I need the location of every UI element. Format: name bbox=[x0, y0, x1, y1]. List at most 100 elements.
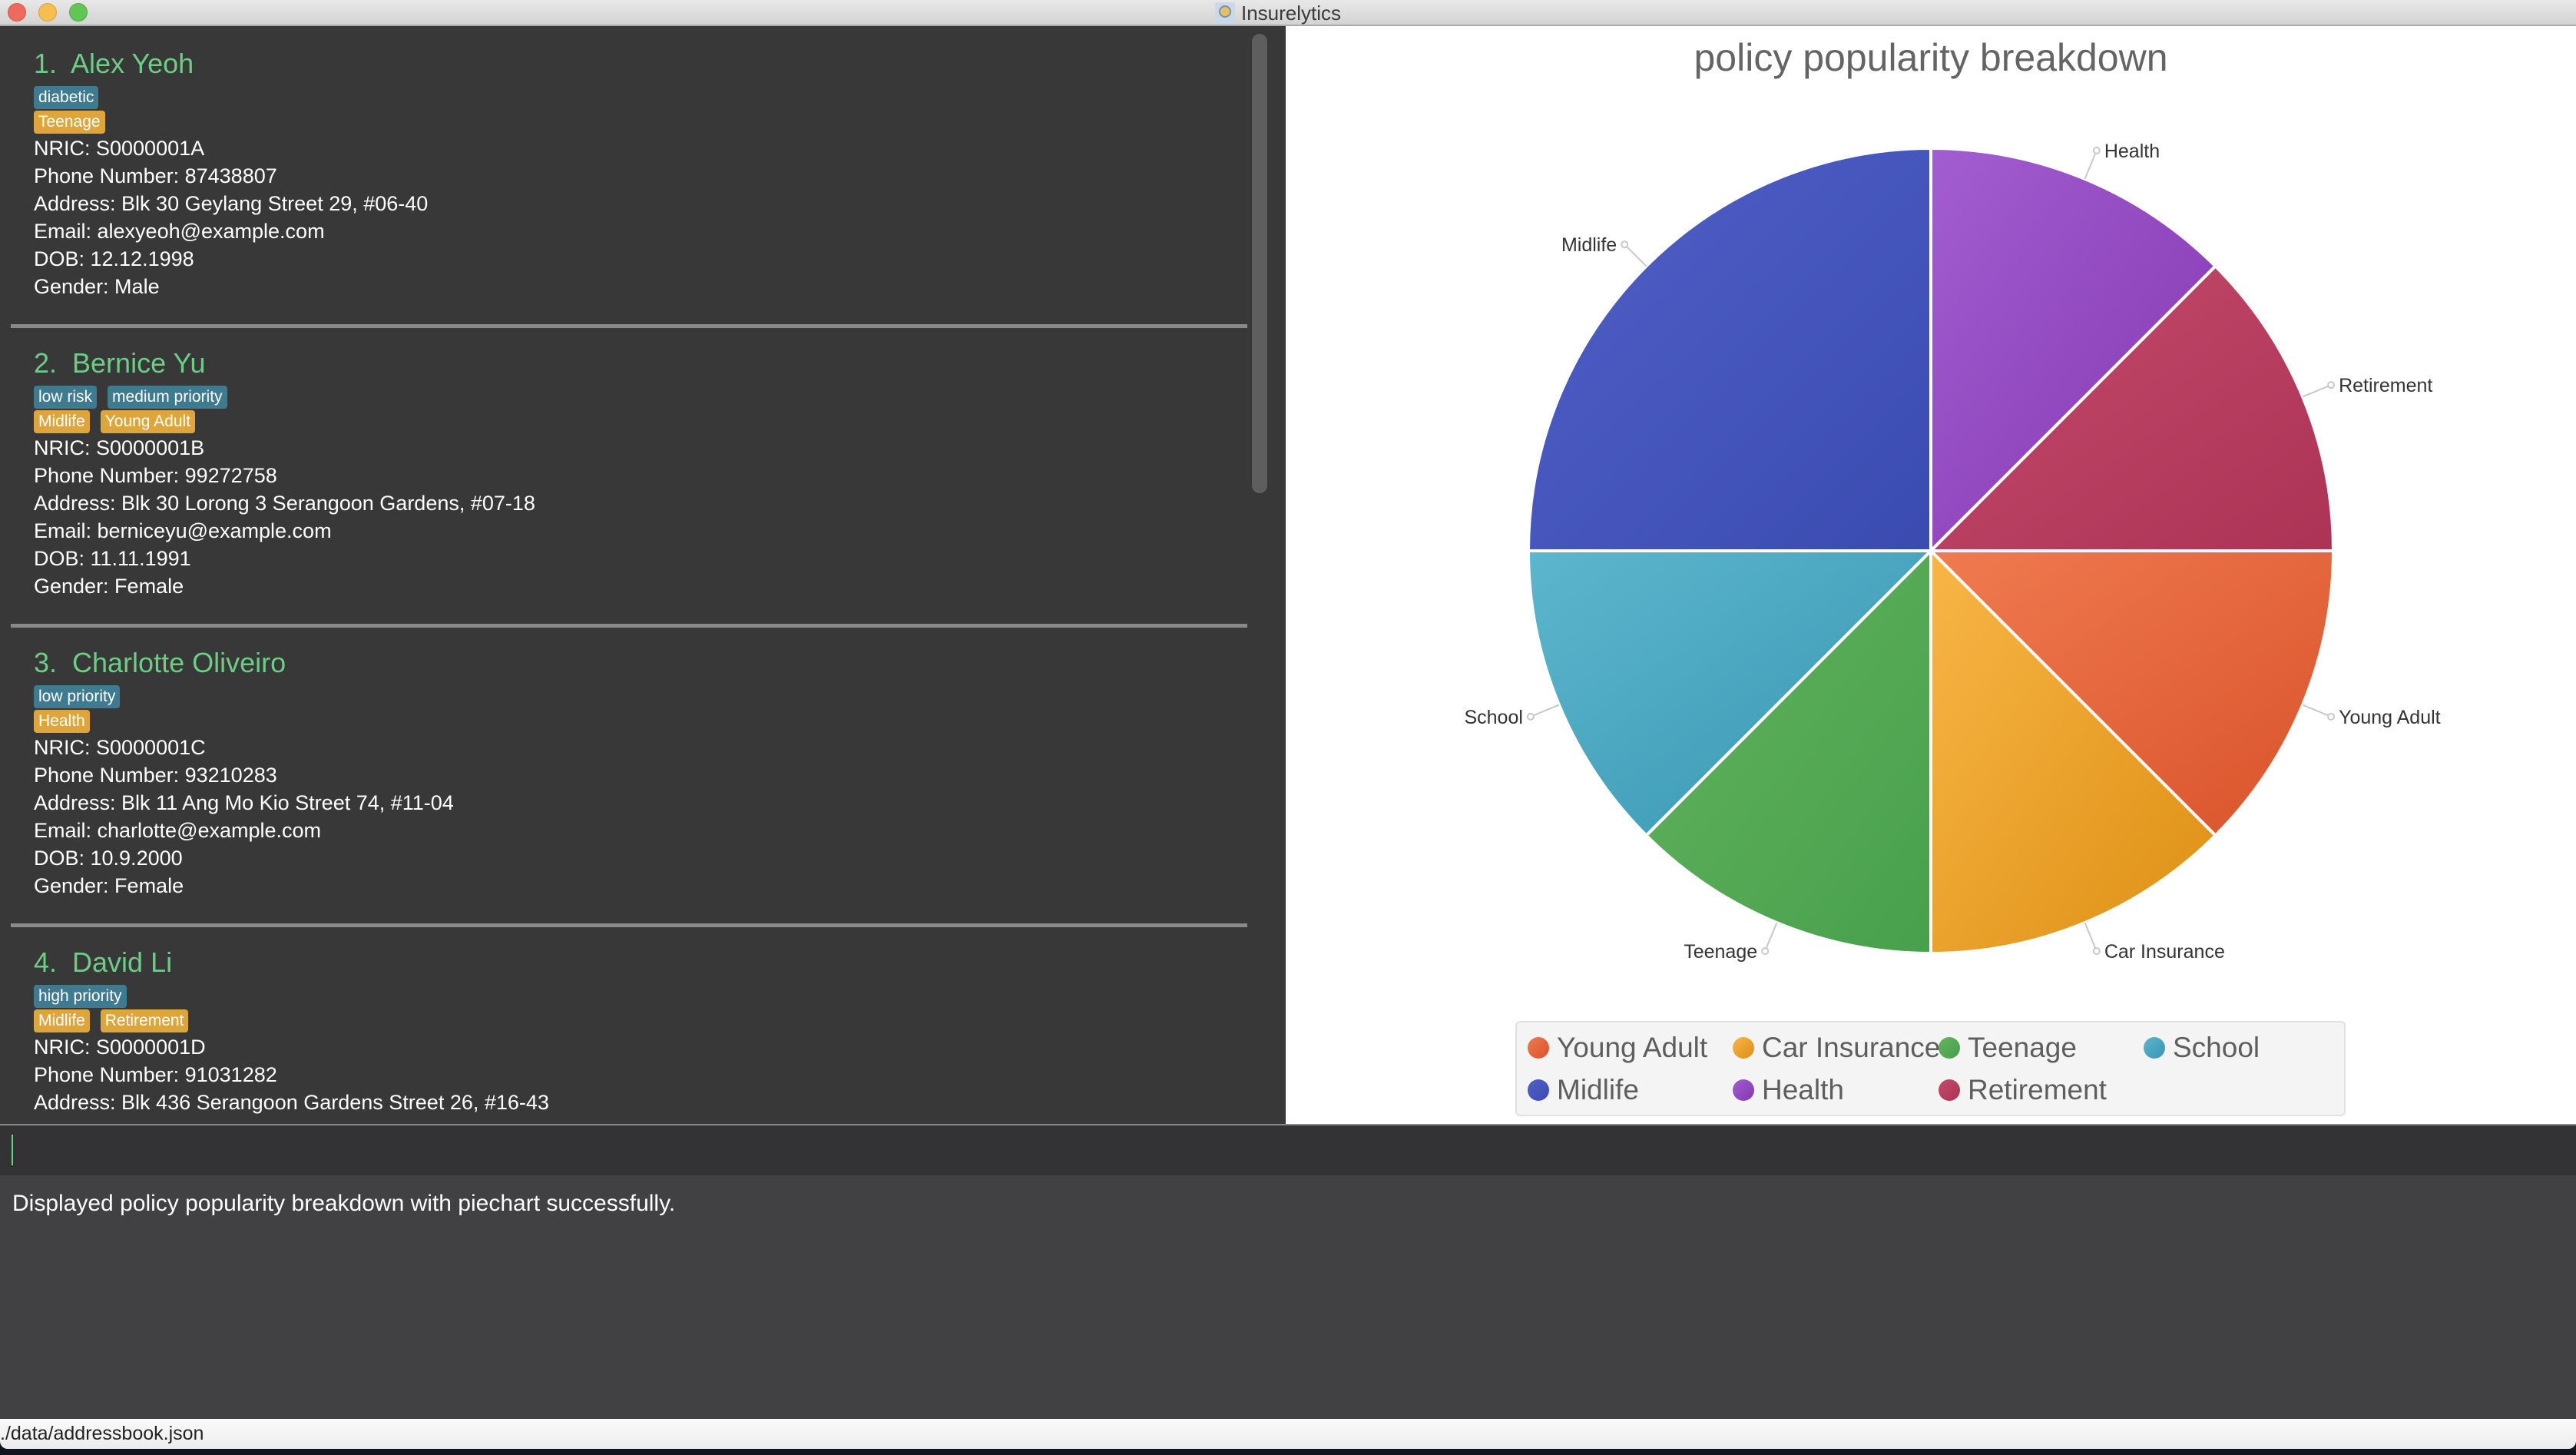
tag-badge: diabetic bbox=[34, 86, 99, 109]
policy-list: Health bbox=[34, 710, 90, 733]
pie-label: Teenage bbox=[1684, 941, 1757, 963]
person-nric: NRIC: S0000001C bbox=[34, 736, 206, 759]
minimize-window-button[interactable] bbox=[38, 3, 57, 22]
policy-list: Midlife Young Adult bbox=[34, 410, 196, 433]
pie-label: Health bbox=[2104, 141, 2160, 162]
legend-swatch-icon bbox=[1528, 1079, 1549, 1101]
legend-label: Health bbox=[1762, 1074, 1844, 1105]
person-email: Email: berniceyu@example.com bbox=[34, 519, 332, 542]
person-address: Address: Blk 30 Geylang Street 29, #06-4… bbox=[34, 192, 429, 215]
pie-label-leader bbox=[1624, 244, 1647, 267]
person-dob: DOB: 11.11.1991 bbox=[34, 547, 191, 570]
pie-label-anchor bbox=[2327, 381, 2336, 389]
person-list-panel[interactable]: 1. Alex Yeoh diabetic Teenage NRIC: S000000… bbox=[0, 26, 1286, 1124]
tag-badge: high priority bbox=[34, 985, 127, 1008]
app-window: Insurelytics 1. Alex Yeoh diabetic Teenage… bbox=[0, 0, 2576, 1449]
tag-badge: medium priority bbox=[108, 386, 227, 409]
person-email: Email: charlotte@example.com bbox=[34, 819, 322, 842]
person-phone: Phone Number: 87438807 bbox=[34, 164, 277, 187]
policy-badge: Midlife bbox=[34, 1009, 90, 1032]
person-name: 4. David Li bbox=[34, 946, 173, 978]
legend-swatch-icon bbox=[1939, 1079, 1960, 1101]
legend-item: Car Insurance bbox=[1733, 1032, 1940, 1064]
legend-item: Young Adult bbox=[1528, 1032, 1707, 1064]
result-display: Displayed policy popularity breakdown wi… bbox=[0, 1175, 2576, 1419]
pie-label-leader bbox=[2302, 384, 2332, 398]
legend-label: Midlife bbox=[1557, 1074, 1639, 1105]
pie-label-leader bbox=[2302, 704, 2332, 718]
legend-swatch-icon bbox=[1733, 1079, 1754, 1101]
person-card[interactable]: 4. David Li high priority Midlife Retiremen… bbox=[11, 925, 1247, 1124]
person-name: 3. Charlotte Oliveiro bbox=[34, 647, 286, 678]
maximize-window-button[interactable] bbox=[69, 3, 88, 22]
person-address: Address: Blk 11 Ang Mo Kio Street 74, #1… bbox=[34, 791, 454, 814]
legend-item: Teenage bbox=[1939, 1032, 2077, 1064]
person-phone: Phone Number: 93210283 bbox=[34, 764, 277, 787]
status-bar: ./data/addressbook.json bbox=[0, 1419, 2576, 1449]
pie-label: School bbox=[1464, 707, 1522, 728]
person-card[interactable]: 3. Charlotte Oliveiro low priority Health N… bbox=[11, 625, 1247, 925]
legend-label: Teenage bbox=[1968, 1032, 2077, 1063]
person-dob: DOB: 10.9.2000 bbox=[34, 847, 183, 870]
legend-item: Health bbox=[1733, 1074, 1844, 1106]
person-card[interactable]: 2. Bernice Yu low risk medium priority Midl… bbox=[11, 326, 1247, 625]
window-title: Insurelytics bbox=[1215, 2, 1341, 25]
legend-swatch-icon bbox=[1939, 1037, 1960, 1059]
policy-badge: Young Adult bbox=[100, 410, 196, 433]
legend-label: Car Insurance bbox=[1762, 1032, 1941, 1063]
person-gender: Gender: Female bbox=[34, 575, 184, 598]
policy-badge: Midlife bbox=[34, 410, 90, 433]
title-bar: Insurelytics bbox=[0, 0, 2576, 26]
pie-label-anchor bbox=[1526, 712, 1535, 721]
pie-label: Midlife bbox=[1561, 234, 1617, 256]
result-message: Displayed policy popularity breakdown wi… bbox=[12, 1191, 676, 1216]
legend-swatch-icon bbox=[1733, 1037, 1754, 1059]
tag-badge: low risk bbox=[34, 386, 98, 409]
policy-list: Midlife Retirement bbox=[34, 1009, 189, 1032]
tag-list: diabetic bbox=[34, 86, 99, 109]
pie-chart: Young Adult Car Insurance Teenage School Mid… bbox=[1464, 141, 2441, 963]
policy-badge: Retirement bbox=[100, 1009, 189, 1032]
pie-label-anchor bbox=[2092, 146, 2101, 154]
legend-swatch-icon bbox=[2144, 1037, 2165, 1059]
pie-label-leader bbox=[2084, 150, 2098, 180]
status-file-path: ./data/addressbook.json bbox=[0, 1423, 204, 1444]
person-gender: Gender: Male bbox=[34, 275, 160, 298]
legend-item: Midlife bbox=[1528, 1074, 1639, 1106]
person-phone: Phone Number: 99272758 bbox=[34, 464, 277, 487]
pie-label-anchor bbox=[2092, 947, 2101, 956]
person-email: Email: alexyeoh@example.com bbox=[34, 220, 325, 243]
pie-label-anchor bbox=[1761, 947, 1770, 956]
person-gender: Gender: Female bbox=[34, 874, 184, 897]
person-nric: NRIC: S0000001A bbox=[34, 137, 205, 160]
person-card[interactable]: 1. Alex Yeoh diabetic Teenage NRIC: S000000… bbox=[11, 26, 1247, 326]
person-dob: DOB: 12.12.1998 bbox=[34, 247, 194, 270]
legend-label: School bbox=[2173, 1032, 2260, 1063]
pie-label-leader bbox=[1764, 922, 1778, 952]
tag-list: low priority bbox=[34, 685, 121, 708]
legend-swatch-icon bbox=[1528, 1037, 1549, 1059]
pie-label-anchor bbox=[1621, 240, 1629, 249]
person-list-scrollbar[interactable] bbox=[1252, 34, 1267, 493]
pie-label: Retirement bbox=[2339, 375, 2432, 396]
command-input[interactable] bbox=[6, 1132, 2567, 1168]
command-box[interactable] bbox=[0, 1124, 2576, 1175]
pie-chart-panel: policy popularity breakdown Young Adult C… bbox=[1286, 26, 2576, 1124]
legend-item: Retirement bbox=[1939, 1074, 2107, 1106]
pie-label-leader bbox=[1530, 704, 1560, 718]
app-logo-icon bbox=[1215, 2, 1235, 24]
person-name: 1. Alex Yeoh bbox=[34, 48, 194, 79]
legend-label: Retirement bbox=[1968, 1074, 2107, 1105]
pie-label-leader bbox=[2084, 922, 2098, 952]
pie-label: Young Adult bbox=[2339, 707, 2441, 728]
person-nric: NRIC: S0000001D bbox=[34, 1036, 206, 1059]
policy-badge: Teenage bbox=[34, 111, 105, 134]
policy-list: Teenage bbox=[34, 111, 105, 134]
policy-badge: Health bbox=[34, 710, 90, 733]
legend-label: Young Adult bbox=[1557, 1032, 1708, 1063]
pie-label: Car Insurance bbox=[2104, 941, 2225, 963]
close-window-button[interactable] bbox=[8, 3, 26, 22]
pie-slice-midlife[interactable] bbox=[1526, 146, 1932, 552]
window-title-text: Insurelytics bbox=[1241, 1, 1342, 25]
tag-list: low risk medium priority bbox=[34, 386, 227, 409]
